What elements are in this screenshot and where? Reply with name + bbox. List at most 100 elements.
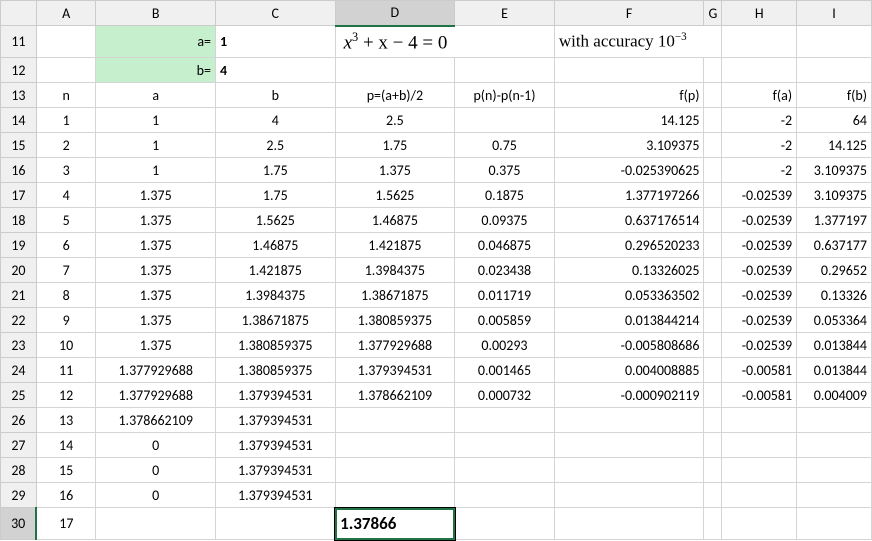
cell[interactable]: [704, 408, 722, 433]
cell[interactable]: 0: [96, 483, 216, 508]
cell[interactable]: 1.421875: [216, 258, 336, 283]
cell[interactable]: [797, 483, 872, 508]
cell[interactable]: 1.375: [96, 183, 216, 208]
cell[interactable]: [704, 458, 722, 483]
cell[interactable]: 1.377197: [797, 208, 872, 233]
cell[interactable]: 1.75: [335, 133, 455, 158]
cell[interactable]: -0.02539: [722, 333, 797, 358]
cell[interactable]: [704, 133, 722, 158]
row-header[interactable]: 12: [1, 58, 37, 83]
cell[interactable]: 1.375: [96, 308, 216, 333]
cell[interactable]: 0.046875: [455, 233, 555, 258]
cell[interactable]: 1.380859375: [216, 358, 336, 383]
cell[interactable]: [704, 208, 722, 233]
cell[interactable]: [704, 258, 722, 283]
cell[interactable]: [335, 483, 455, 508]
cell[interactable]: 1.46875: [216, 233, 336, 258]
row-header[interactable]: 15: [1, 133, 37, 158]
row-header[interactable]: 27: [1, 433, 37, 458]
cell[interactable]: 1.380859375: [335, 308, 455, 333]
cell[interactable]: [455, 108, 555, 133]
row-header[interactable]: 13: [1, 83, 37, 108]
cell[interactable]: 6: [36, 233, 96, 258]
cell[interactable]: 14.125: [554, 108, 704, 133]
cell[interactable]: [36, 58, 96, 83]
cell[interactable]: 0.75: [455, 133, 555, 158]
row-header[interactable]: 29: [1, 483, 37, 508]
cell[interactable]: 1: [96, 133, 216, 158]
cell[interactable]: 17: [36, 508, 96, 540]
cell[interactable]: 1.46875: [335, 208, 455, 233]
hdr-a[interactable]: a: [96, 83, 216, 108]
cell[interactable]: [797, 508, 872, 540]
cell[interactable]: [455, 508, 555, 540]
cell[interactable]: 0: [96, 433, 216, 458]
col-header-F[interactable]: F: [554, 1, 704, 26]
cell[interactable]: [455, 58, 555, 83]
cell[interactable]: 1.379394531: [335, 358, 455, 383]
row-header[interactable]: 30: [1, 508, 37, 540]
cell[interactable]: 0.011719: [455, 283, 555, 308]
cell[interactable]: [455, 408, 555, 433]
cell[interactable]: 1.375: [96, 233, 216, 258]
cell[interactable]: 8: [36, 283, 96, 308]
cell[interactable]: 1.377197266: [554, 183, 704, 208]
hdr-p[interactable]: p=(a+b)/2: [335, 83, 455, 108]
cell[interactable]: 16: [36, 483, 96, 508]
cell[interactable]: 7: [36, 258, 96, 283]
cell[interactable]: [797, 26, 872, 58]
hdr-n[interactable]: n: [36, 83, 96, 108]
cell[interactable]: [455, 458, 555, 483]
cell[interactable]: 1.378662109: [96, 408, 216, 433]
cell[interactable]: [704, 233, 722, 258]
col-header-G[interactable]: G: [704, 1, 722, 26]
cell[interactable]: -0.02539: [722, 258, 797, 283]
hdr-fp[interactable]: f(p): [554, 83, 704, 108]
cell[interactable]: 1.377929688: [96, 383, 216, 408]
cell[interactable]: 1.38671875: [216, 308, 336, 333]
cell[interactable]: 1.375: [96, 208, 216, 233]
result-cell[interactable]: 1.37866: [335, 508, 455, 540]
hdr-fa[interactable]: f(a): [722, 83, 797, 108]
cell[interactable]: -0.005808686: [554, 333, 704, 358]
cell[interactable]: 1.3984375: [335, 258, 455, 283]
cell[interactable]: [797, 408, 872, 433]
row-header[interactable]: 18: [1, 208, 37, 233]
cell[interactable]: [36, 26, 96, 58]
col-header-E[interactable]: E: [455, 1, 555, 26]
cell-a-label[interactable]: a=: [96, 26, 216, 58]
cell[interactable]: -0.02539: [722, 308, 797, 333]
cell[interactable]: [797, 458, 872, 483]
cell[interactable]: -0.02539: [722, 283, 797, 308]
cell[interactable]: 1.5625: [216, 208, 336, 233]
cell[interactable]: 1: [96, 158, 216, 183]
cell[interactable]: -2: [722, 133, 797, 158]
cell[interactable]: [704, 508, 722, 540]
cell[interactable]: 10: [36, 333, 96, 358]
row-header[interactable]: 20: [1, 258, 37, 283]
cell[interactable]: [722, 408, 797, 433]
cell[interactable]: [722, 433, 797, 458]
cell[interactable]: [335, 58, 455, 83]
cell[interactable]: 1.75: [216, 183, 336, 208]
col-header-C[interactable]: C: [216, 1, 336, 26]
cell[interactable]: 0.13326025: [554, 258, 704, 283]
cell[interactable]: 1.379394531: [216, 458, 336, 483]
hdr-fb[interactable]: f(b): [797, 83, 872, 108]
cell[interactable]: 0.004009: [797, 383, 872, 408]
cell[interactable]: -2: [722, 158, 797, 183]
hdr-b[interactable]: b: [216, 83, 336, 108]
spreadsheet-grid[interactable]: A B C D E F G H I 11 a= 1 x3 + x − 4 = 0…: [0, 0, 872, 541]
cell[interactable]: 0.013844: [797, 333, 872, 358]
row-header[interactable]: 19: [1, 233, 37, 258]
cell[interactable]: [797, 58, 872, 83]
cell[interactable]: [335, 458, 455, 483]
corner-cell[interactable]: [1, 1, 37, 26]
cell[interactable]: 0.053364: [797, 308, 872, 333]
cell[interactable]: 1.379394531: [216, 383, 336, 408]
cell[interactable]: 1.380859375: [216, 333, 336, 358]
hdr-diff[interactable]: p(n)-p(n-1): [455, 83, 555, 108]
cell[interactable]: 1.375: [96, 283, 216, 308]
cell-b-value[interactable]: 4: [216, 58, 336, 83]
cell[interactable]: [704, 283, 722, 308]
